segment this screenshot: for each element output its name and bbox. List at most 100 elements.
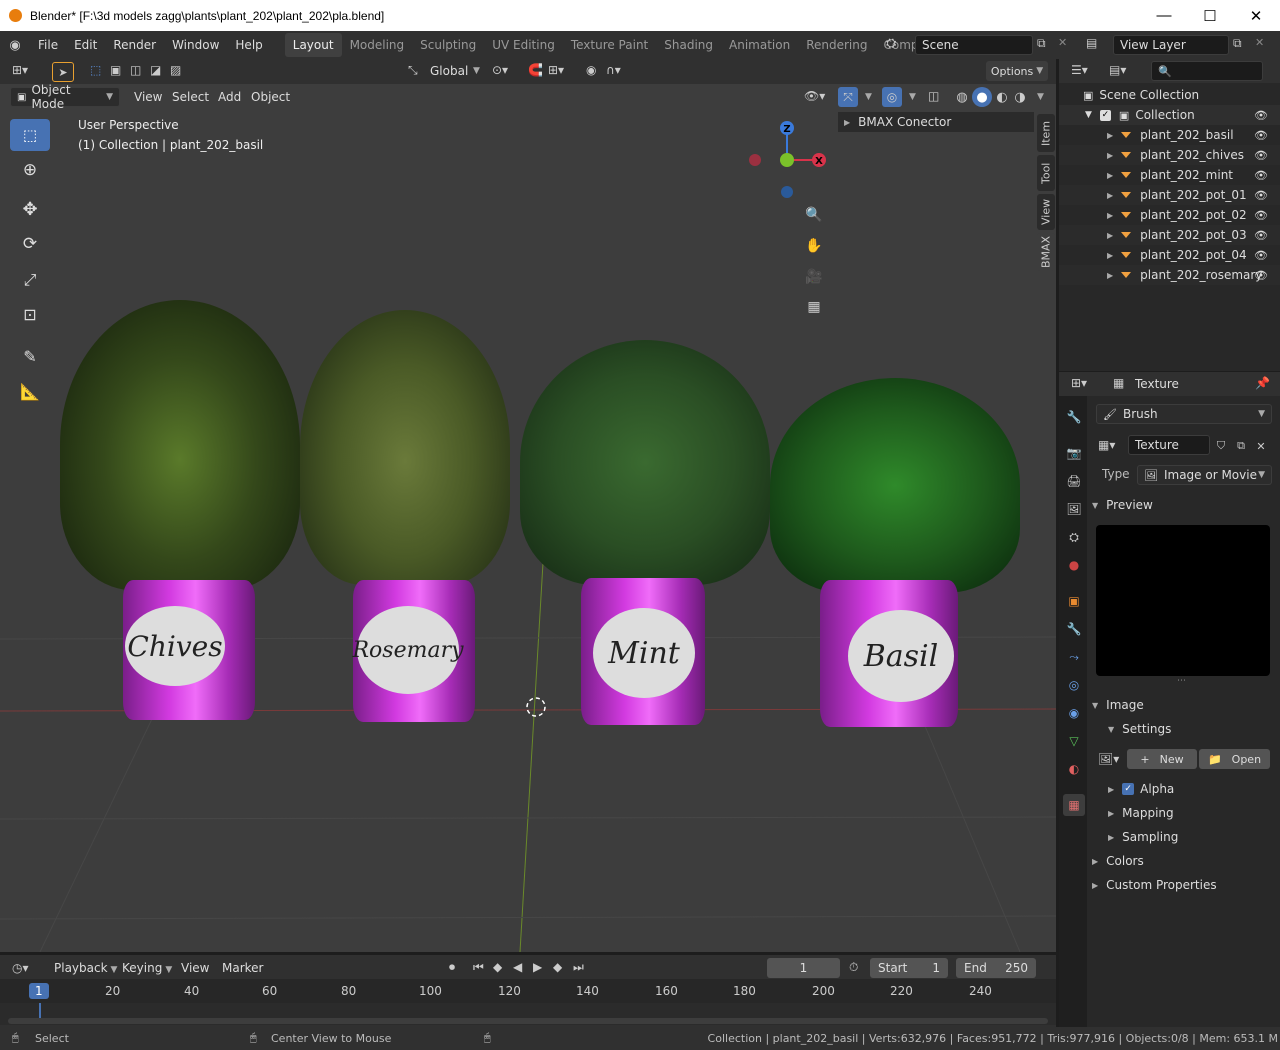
play-reverse-icon[interactable]: ◀ — [513, 960, 522, 974]
blender-menu-icon[interactable]: ◉ — [0, 38, 30, 53]
mode-dropdown[interactable]: ▣ Object Mode ▼ — [10, 83, 120, 111]
snap-target-icon[interactable]: ⊞▾ — [548, 63, 564, 77]
close-button[interactable]: ✕ — [1233, 0, 1279, 31]
solid-shading-icon[interactable]: ● — [972, 87, 992, 107]
select-intersect-icon[interactable]: ▨ — [170, 63, 181, 77]
select-invert-icon[interactable]: ◪ — [150, 63, 161, 77]
outliner-row-plant_202_pot_03[interactable]: ▶ plant_202_pot_03 👁 — [1059, 225, 1280, 245]
maximize-button[interactable]: ☐ — [1187, 0, 1233, 31]
settings-panel-header[interactable]: ▼ Settings — [1108, 717, 1280, 741]
end-frame-field[interactable]: End 250 — [956, 958, 1036, 978]
pot-basil[interactable]: Basil — [820, 580, 958, 727]
basil-plant[interactable] — [770, 378, 1020, 593]
object-tab-icon[interactable]: ▣ — [1063, 590, 1085, 612]
mapping-panel-header[interactable]: ▶ Mapping — [1108, 801, 1280, 825]
unlink-icon[interactable]: ✕ — [1252, 437, 1270, 455]
new-scene-icon[interactable]: ⧉ — [1037, 36, 1046, 51]
stopwatch-icon[interactable]: ⏱ — [849, 960, 858, 975]
data-tab-icon[interactable]: ▽ — [1063, 730, 1085, 752]
outliner-row-plant_202_pot_02[interactable]: ▶ plant_202_pot_02 👁 — [1059, 205, 1280, 225]
options-button[interactable]: Options ▼ — [986, 61, 1048, 81]
side-tab-view[interactable]: View — [1037, 194, 1055, 230]
side-tab-bmax[interactable]: BMAX — [1037, 233, 1055, 271]
eye-icon[interactable]: 👁 — [1254, 149, 1268, 162]
material-tab-icon[interactable]: ◐ — [1063, 758, 1085, 780]
eye-icon[interactable]: 👁 — [1254, 129, 1268, 142]
tab-sculpting[interactable]: Sculpting — [412, 33, 484, 57]
eye-icon[interactable]: 👁 — [1254, 189, 1268, 202]
menu-render[interactable]: Render — [105, 31, 164, 59]
current-frame-field[interactable]: 1 — [767, 958, 840, 978]
scene-field[interactable]: Scene — [915, 35, 1033, 55]
eye-icon[interactable]: 👁 — [1254, 209, 1268, 222]
alpha-checkbox[interactable]: ✓ — [1122, 783, 1135, 795]
pot-chives[interactable]: Chives — [123, 580, 255, 720]
perspective-grid-icon[interactable]: ▦ — [803, 296, 825, 318]
zoom-icon[interactable]: 🔍 — [803, 204, 825, 226]
camera-icon[interactable]: 🎥 — [803, 266, 825, 288]
side-tab-item[interactable]: Item — [1037, 114, 1055, 152]
remove-scene-icon[interactable]: ✕ — [1058, 36, 1067, 49]
new-image-button[interactable]: + New — [1127, 749, 1197, 769]
overlays-icon[interactable]: ◎ — [882, 87, 902, 107]
constraints-tab-icon[interactable]: ◉ — [1063, 702, 1085, 724]
jump-start-icon[interactable]: ⏮ — [473, 960, 484, 975]
pot-mint[interactable]: Mint — [581, 578, 705, 725]
eye-icon[interactable]: 👁 — [1254, 229, 1268, 242]
select-subtract-icon[interactable]: ◫ — [130, 63, 141, 77]
outliner-row-plant_202_chives[interactable]: ▶ plant_202_chives 👁 — [1059, 145, 1280, 165]
cursor-tool[interactable]: ⊕ — [10, 154, 50, 186]
snap-icon[interactable]: 🧲 — [528, 63, 543, 77]
render-tab-icon[interactable]: 📷 — [1063, 442, 1085, 464]
tab-animation[interactable]: Animation — [721, 33, 798, 57]
pivot-icon[interactable]: ⊙▾ — [492, 63, 508, 77]
custom-properties-panel-header[interactable]: ▶ Custom Properties — [1092, 873, 1276, 897]
tab-modeling[interactable]: Modeling — [342, 33, 413, 57]
tab-uv-editing[interactable]: UV Editing — [484, 33, 563, 57]
eye-icon[interactable]: 👁 — [1254, 269, 1268, 282]
transform-tool[interactable]: ⊡ — [10, 298, 50, 330]
side-tab-tool[interactable]: Tool — [1037, 155, 1055, 191]
proportional-edit-icon[interactable]: ◉ — [586, 63, 596, 77]
timeline-menu-marker[interactable]: Marker — [222, 961, 263, 975]
menu-window[interactable]: Window — [164, 31, 227, 59]
outliner-row-plant_202_rosemary[interactable]: ▶ plant_202_rosemary 👁 — [1059, 265, 1280, 285]
timeline-menu-playback[interactable]: Playback ▼ — [54, 961, 117, 975]
minimize-button[interactable]: — — [1141, 0, 1187, 31]
particles-tab-icon[interactable]: ⤳ — [1063, 646, 1085, 668]
rotate-tool[interactable]: ⟳ — [10, 228, 50, 260]
falloff-icon[interactable]: ∩▾ — [606, 63, 621, 77]
select-extend-icon[interactable]: ▣ — [110, 63, 121, 77]
output-tab-icon[interactable]: 🖨 — [1063, 470, 1085, 492]
tab-rendering[interactable]: Rendering — [798, 33, 875, 57]
world-tab-icon[interactable]: ● — [1063, 554, 1085, 576]
timeline-editor-icon[interactable]: ◷▾ — [12, 961, 29, 975]
annotate-tool[interactable]: ✎ — [10, 340, 50, 372]
editor-type-icon[interactable]: ⊞▾ — [12, 63, 28, 77]
type-dropdown[interactable]: 🖼 Image or Movie ▼ — [1137, 465, 1272, 485]
next-keyframe-icon[interactable]: ◆ — [553, 960, 562, 974]
sampling-panel-header[interactable]: ▶ Sampling — [1108, 825, 1280, 849]
alpha-panel-header[interactable]: ▶ ✓ Alpha — [1108, 777, 1280, 801]
chives-plant[interactable] — [60, 300, 300, 590]
measure-tool[interactable]: 📐 — [10, 375, 50, 407]
open-image-button[interactable]: 📁 Open — [1199, 749, 1270, 769]
fake-user-icon[interactable]: ⛉ — [1212, 437, 1230, 455]
prev-keyframe-icon[interactable]: ◆ — [493, 960, 502, 974]
timeline-menu-view[interactable]: View — [181, 961, 209, 975]
outliner-row-plant_202_mint[interactable]: ▶ plant_202_mint 👁 — [1059, 165, 1280, 185]
outliner-row-plant_202_pot_04[interactable]: ▶ plant_202_pot_04 👁 — [1059, 245, 1280, 265]
texture-tab-icon[interactable]: ▦ — [1063, 794, 1085, 816]
new-view-layer-icon[interactable]: ⧉ — [1233, 36, 1242, 51]
record-icon[interactable]: ⏺ — [449, 960, 455, 975]
scene-tab-icon[interactable]: ⛭ — [1063, 526, 1085, 548]
checkbox-icon[interactable]: ✓ — [1099, 109, 1111, 121]
menu-help[interactable]: Help — [227, 31, 270, 59]
texture-context-dropdown[interactable]: 🖌 Brush ▼ — [1096, 404, 1272, 424]
view-layer-icon[interactable]: ▤ — [1086, 36, 1097, 50]
outliner-search-input[interactable]: 🔍 — [1151, 61, 1263, 81]
material-shading-icon[interactable]: ◐ — [992, 87, 1012, 107]
outliner-editor-icon[interactable]: ☰▾ — [1071, 63, 1088, 77]
orientation-dropdown[interactable]: Global — [430, 64, 468, 78]
eye-icon[interactable]: 👁 — [1254, 169, 1268, 182]
